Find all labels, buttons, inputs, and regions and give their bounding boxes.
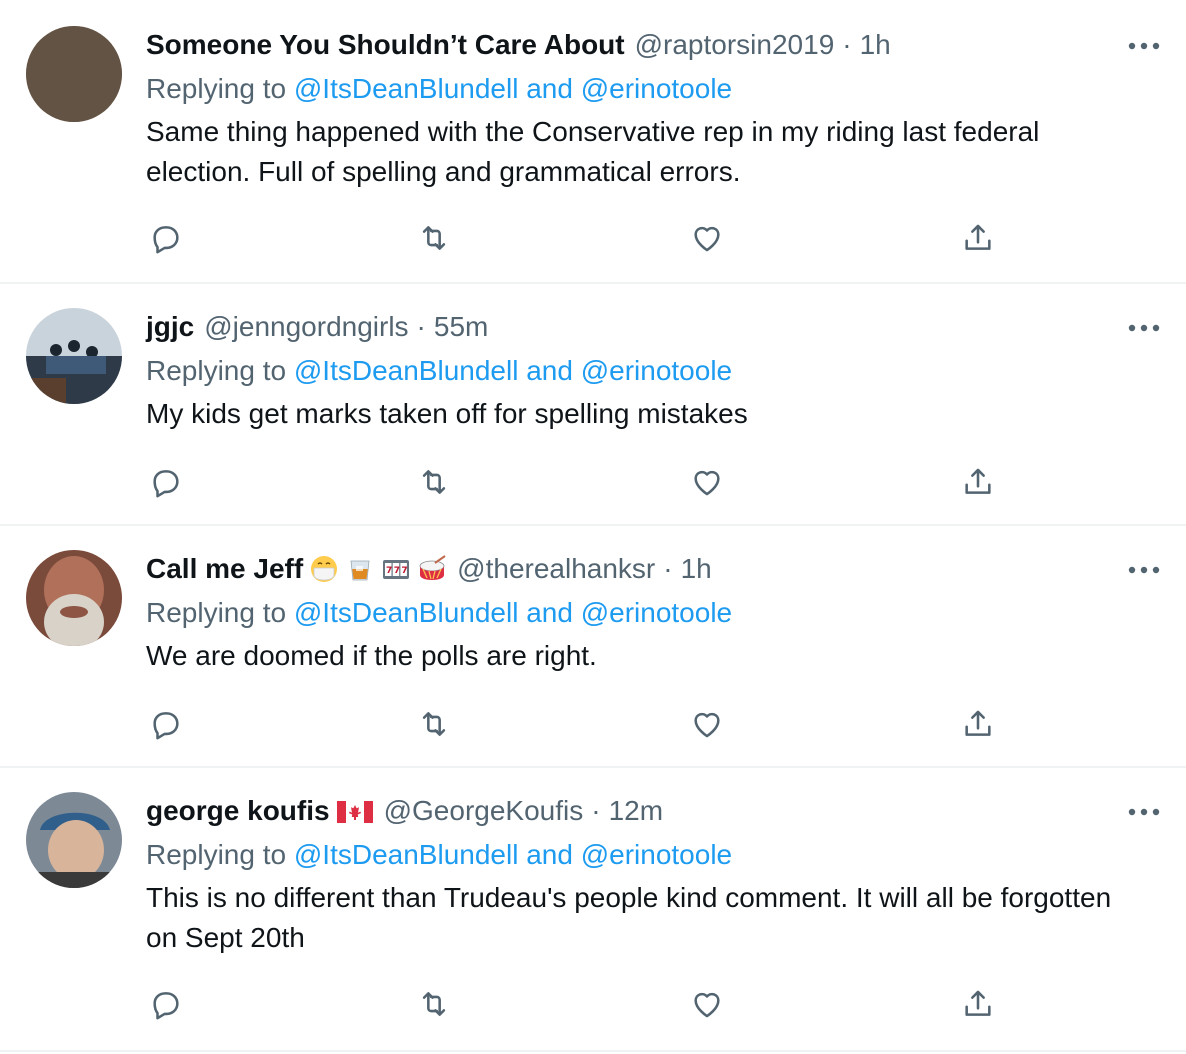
tweet-text: This is no different than Trudeau's peop… (146, 882, 1112, 953)
tweet[interactable]: Someone You Shouldn’t Care About @raptor… (0, 0, 1186, 284)
tweet-header: george koufis @GeorgeKoufis · 12m (146, 794, 1146, 828)
replying-label: Replying to (146, 839, 287, 870)
tweet-text: Same thing happened with the Conservativ… (146, 116, 1040, 187)
tweet-text: My kids get marks taken off for spelling… (146, 398, 748, 429)
reply-icon[interactable] (146, 462, 186, 502)
mention-link[interactable]: @erinotoole (581, 73, 732, 104)
replying-label: Replying to (146, 73, 287, 104)
display-name[interactable]: george koufis (146, 794, 330, 828)
replying-to: Replying to @ItsDeanBlundell and @erinot… (146, 596, 1146, 630)
tweet[interactable]: Call me Jeff 777 @therealhanksr · 1h Rep… (0, 526, 1186, 768)
tweet[interactable]: jgjc @jenngordngirls · 55m Replying to @… (0, 284, 1186, 526)
mention-link[interactable]: @erinotoole (581, 355, 732, 386)
retweet-icon[interactable] (414, 984, 454, 1024)
like-icon[interactable] (687, 704, 727, 744)
retweet-icon[interactable] (414, 218, 454, 258)
retweet-icon[interactable] (414, 462, 454, 502)
user-handle[interactable]: @raptorsin2019 (635, 28, 835, 62)
mention-link[interactable]: @ItsDeanBlundell (294, 597, 519, 628)
separator-dot: · (591, 795, 601, 826)
mention-link[interactable]: @erinotoole (581, 839, 732, 870)
and-text: and (526, 73, 573, 104)
tweet[interactable]: george koufis @GeorgeKoufis · 12m Replyi… (0, 768, 1186, 1052)
share-icon[interactable] (958, 704, 998, 744)
reply-icon[interactable] (146, 704, 186, 744)
like-icon[interactable] (687, 984, 727, 1024)
user-handle[interactable]: @GeorgeKoufis (384, 794, 584, 828)
separator-dot: · (416, 311, 426, 342)
svg-text:7: 7 (394, 566, 400, 576)
svg-text:7: 7 (402, 566, 408, 576)
replying-to: Replying to @ItsDeanBlundell and @erinot… (146, 354, 1146, 388)
timestamp[interactable]: 1h (681, 552, 712, 586)
tweet-text: We are doomed if the polls are right. (146, 640, 597, 671)
reply-icon[interactable] (146, 984, 186, 1024)
timestamp[interactable]: 1h (860, 28, 891, 62)
avatar[interactable] (26, 792, 122, 888)
more-options-icon[interactable] (1124, 313, 1164, 343)
mention-link[interactable]: @ItsDeanBlundell (294, 839, 519, 870)
replying-label: Replying to (146, 355, 287, 386)
avatar[interactable] (26, 26, 122, 122)
display-name[interactable]: Call me Jeff (146, 552, 303, 586)
share-icon[interactable] (958, 218, 998, 258)
avatar[interactable] (26, 550, 122, 646)
timestamp[interactable]: 55m (434, 310, 488, 344)
tweet-header: Call me Jeff 777 @therealhanksr · 1h (146, 552, 1146, 586)
mention-link[interactable]: @ItsDeanBlundell (294, 355, 519, 386)
user-handle[interactable]: @therealhanksr (457, 552, 655, 586)
like-icon[interactable] (687, 462, 727, 502)
action-bar (146, 704, 1006, 744)
tweet-header: Someone You Shouldn’t Care About @raptor… (146, 28, 1146, 62)
user-handle[interactable]: @jenngordngirls (204, 310, 408, 344)
and-text: and (526, 839, 573, 870)
more-options-icon[interactable] (1124, 555, 1164, 585)
canada-flag-emoji (336, 796, 374, 826)
mention-link[interactable]: @ItsDeanBlundell (294, 73, 519, 104)
separator-dot: · (842, 29, 852, 60)
tweet-header: jgjc @jenngordngirls · 55m (146, 310, 1146, 344)
mask-emoji (309, 554, 339, 584)
share-icon[interactable] (958, 462, 998, 502)
display-name[interactable]: jgjc (146, 310, 194, 344)
replying-to: Replying to @ItsDeanBlundell and @erinot… (146, 838, 1146, 872)
more-options-icon[interactable] (1124, 31, 1164, 61)
timestamp[interactable]: 12m (609, 794, 663, 828)
like-icon[interactable] (687, 218, 727, 258)
display-name[interactable]: Someone You Shouldn’t Care About (146, 28, 625, 62)
and-text: and (526, 597, 573, 628)
mention-link[interactable]: @erinotoole (581, 597, 732, 628)
drum-emoji (417, 554, 447, 584)
avatar[interactable] (26, 308, 122, 404)
more-options-icon[interactable] (1124, 797, 1164, 827)
retweet-icon[interactable] (414, 704, 454, 744)
replying-to: Replying to @ItsDeanBlundell and @erinot… (146, 72, 1146, 106)
replying-label: Replying to (146, 597, 287, 628)
action-bar (146, 218, 1006, 258)
whiskey-glass-emoji (345, 554, 375, 584)
action-bar (146, 984, 1006, 1024)
svg-text:7: 7 (386, 566, 392, 576)
reply-icon[interactable] (146, 218, 186, 258)
action-bar (146, 462, 1006, 502)
slot-machine-emoji: 777 (381, 554, 411, 584)
and-text: and (526, 355, 573, 386)
share-icon[interactable] (958, 984, 998, 1024)
separator-dot: · (663, 553, 673, 584)
